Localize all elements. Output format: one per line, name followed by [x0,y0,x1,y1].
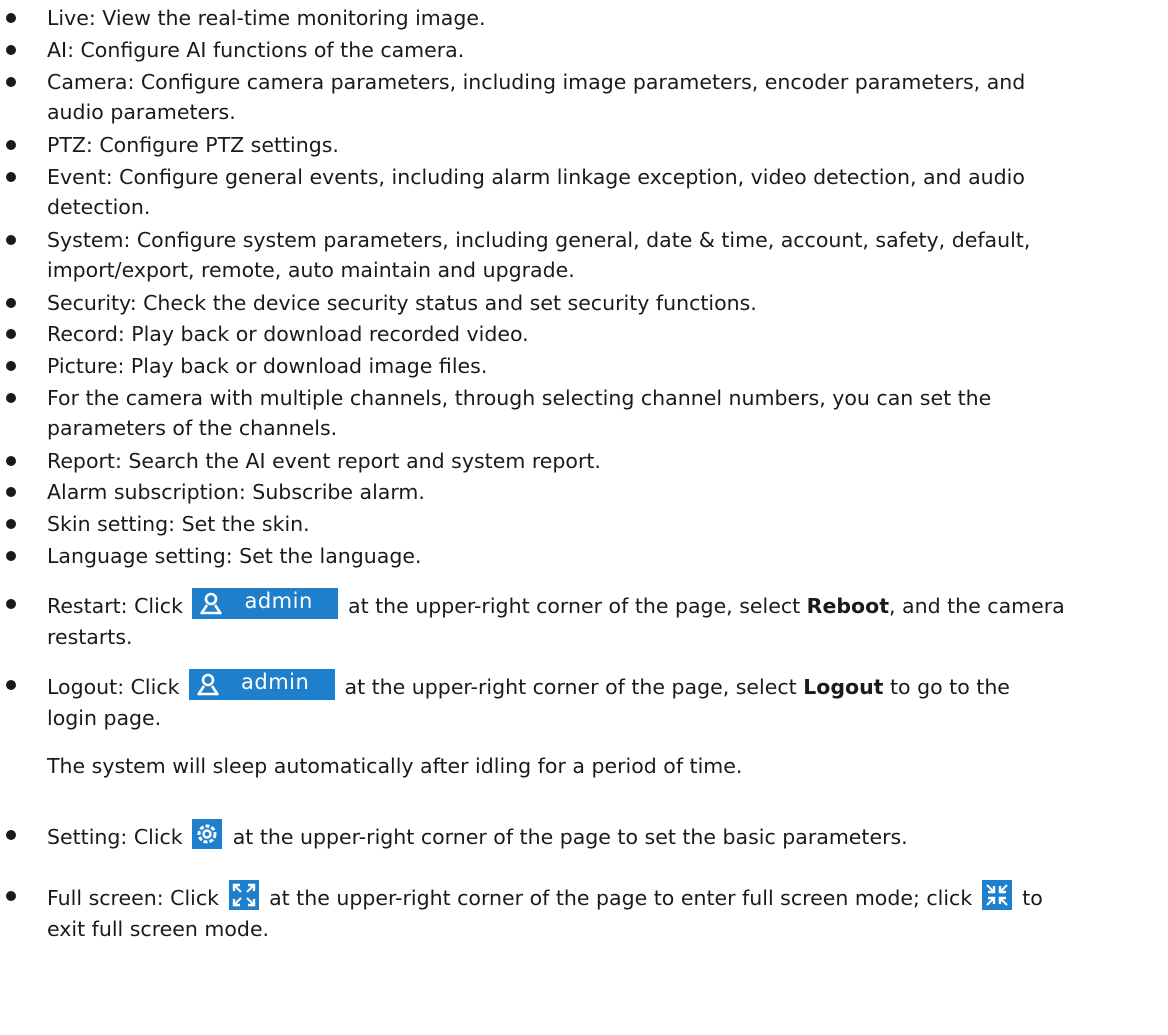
bullet-icon [6,329,16,339]
bullet-icon [6,172,16,182]
bullet-icon [6,680,16,690]
restart-prefix: Restart: Click [47,594,183,618]
list-item-text: Alarm subscription: Subscribe alarm. [47,480,425,504]
fullscreen-suffix: to [1022,886,1043,910]
document: Live: View the real-time monitoring imag… [0,0,1168,1035]
list-item-text: login page. [47,706,162,730]
logout-prefix: Logout: Click [47,675,180,699]
bullet-icon [6,891,16,901]
list-item-text: detection. [47,195,151,219]
bullet-icon [6,487,16,497]
fullscreen-middle: at the upper-right corner of the page to… [269,886,973,910]
expand-icon[interactable] [228,880,259,910]
logout-middle: at the upper-right corner of the page, s… [344,675,797,699]
logout-suffix: to go to the [883,675,1010,699]
bullet-icon [6,298,16,308]
bullet-icon [6,13,16,23]
sleep-note: The system will sleep automatically afte… [47,754,743,778]
reboot-option-label: Reboot [806,594,890,618]
list-item-text: Skin setting: Set the skin. [47,512,310,536]
list-item-text: PTZ: Configure PTZ settings. [47,133,339,157]
list-item-text: Camera: Configure camera parameters, inc… [47,70,1026,94]
restart-suffix: , and the camera [889,594,1065,618]
admin-button-label: admin [241,670,310,694]
admin-account-button[interactable]: admin [189,669,335,700]
restart-middle: at the upper-right corner of the page, s… [348,594,801,618]
user-icon [196,673,220,696]
collapse-icon[interactable] [981,880,1012,910]
logout-line: Logout: Click admin at the upper-right c… [47,669,1010,703]
list-item-text: Event: Configure general events, includi… [47,165,1025,189]
list-item-text: import/export, remote, auto maintain and… [47,258,575,282]
list-item-text: Picture: Play back or download image fil… [47,354,488,378]
admin-account-button[interactable]: admin [192,588,339,619]
list-item-text: parameters of the channels. [47,416,338,440]
bullet-icon [6,393,16,403]
list-item-text: Language setting: Set the language. [47,544,422,568]
logout-option-label: Logout [803,675,884,699]
list-item-text: Report: Search the AI event report and s… [47,449,601,473]
list-item-text: For the camera with multiple channels, t… [47,386,992,410]
bullet-icon [6,235,16,245]
bullet-icon [6,361,16,371]
restart-line: Restart: Click admin at the upper-right … [47,588,1065,622]
setting-suffix: at the upper-right corner of the page to… [232,825,908,849]
bullet-icon [6,551,16,561]
fullscreen-prefix: Full screen: Click [47,886,219,910]
user-icon [200,592,223,615]
list-item-text: System: Configure system parameters, inc… [47,228,1031,252]
list-item-text: Live: View the real-time monitoring imag… [47,6,486,30]
bullet-icon [6,456,16,466]
list-item-text: restarts. [47,625,133,649]
bullet-icon [6,519,16,529]
admin-button-label: admin [244,589,313,613]
bullet-icon [6,140,16,150]
bullet-icon [6,77,16,87]
list-item-text: exit full screen mode. [47,917,270,941]
list-item-text: AI: Configure AI functions of the camera… [47,38,465,62]
list-item-text: Record: Play back or download recorded v… [47,322,529,346]
setting-prefix: Setting: Click [47,825,183,849]
list-item-text: audio parameters. [47,100,236,124]
gear-icon[interactable] [192,819,223,849]
bullet-icon [6,599,16,609]
bullet-icon [6,830,16,840]
bullet-icon [6,45,16,55]
list-item-text: Security: Check the device security stat… [47,291,757,315]
setting-line: Setting: Click at the upper-right corner… [47,819,908,853]
fullscreen-line: Full screen: Click at the upper-right co… [47,880,1043,914]
